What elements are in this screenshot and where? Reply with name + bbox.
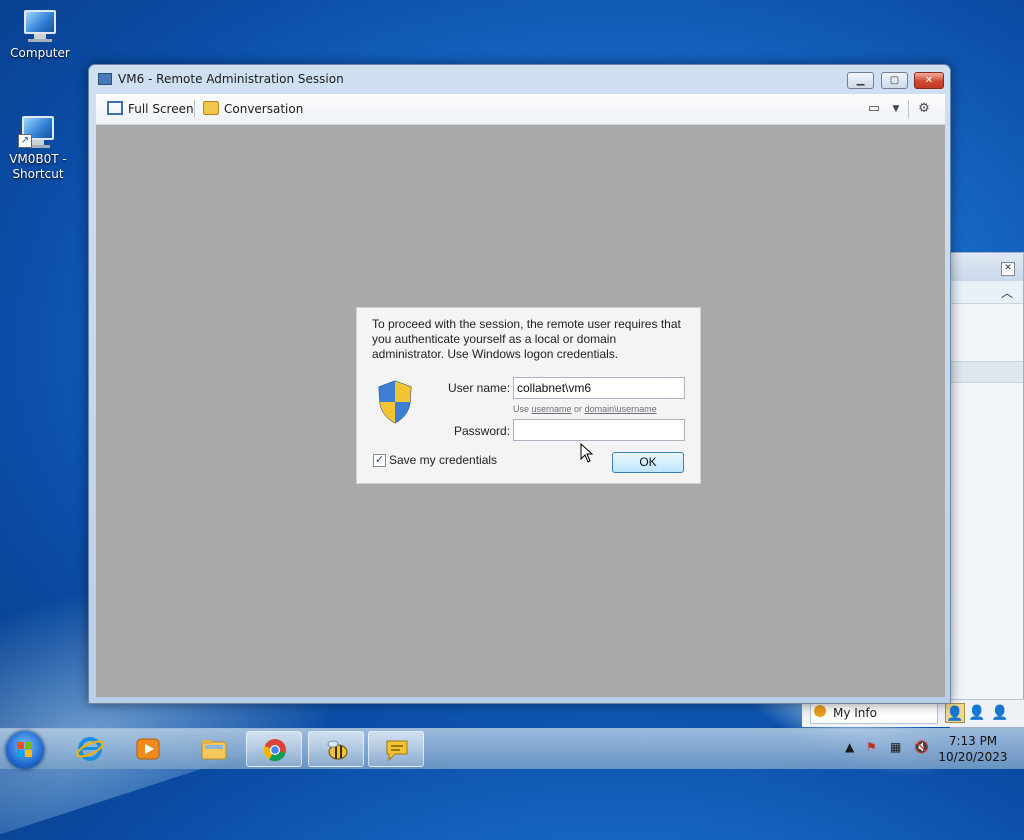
full-screen-button[interactable]: Full Screen — [107, 101, 194, 116]
remote-session-window: VM6 - Remote Administration Session ▁ ▢ … — [88, 64, 951, 704]
gear-icon[interactable]: ⚙ — [916, 101, 932, 117]
internet-explorer-icon — [76, 737, 104, 761]
username-label: User name: — [448, 381, 511, 395]
computer-icon — [20, 10, 60, 42]
password-label: Password: — [454, 424, 511, 438]
volume-muted-icon[interactable]: 🔇 — [914, 740, 929, 754]
ok-button[interactable]: OK — [612, 452, 684, 473]
shield-icon — [378, 380, 412, 424]
taskbar-internet-explorer[interactable] — [62, 731, 118, 767]
window-title: VM6 - Remote Administration Session — [118, 72, 344, 86]
maximize-button[interactable]: ▢ — [881, 72, 908, 89]
hint-username-link: username — [531, 404, 572, 414]
hint-text: or — [571, 404, 585, 414]
authentication-dialog: To proceed with the session, the remote … — [356, 307, 701, 484]
taskbar-chat-app[interactable] — [368, 731, 424, 767]
conversation-icon — [203, 101, 219, 115]
taskbar-chrome[interactable] — [246, 731, 302, 767]
desktop-icon-vm-shortcut[interactable]: ↗ VM0B0T - Shortcut — [0, 116, 76, 182]
taskbar-file-explorer[interactable] — [186, 731, 242, 767]
shortcut-arrow-icon: ↗ — [18, 134, 32, 148]
folder-icon — [201, 740, 227, 760]
username-field[interactable]: collabnet\vm6 — [513, 377, 685, 399]
title-bar[interactable]: VM6 - Remote Administration Session ▁ ▢ … — [89, 65, 950, 93]
chevron-up-icon[interactable]: ︿ — [1001, 284, 1013, 301]
desktop-icon-label: VM0B0T - Shortcut — [9, 152, 67, 181]
user-away-icon[interactable]: 👤 — [967, 703, 987, 723]
mouse-cursor-icon — [580, 443, 594, 463]
network-error-icon[interactable]: ⚑ — [866, 740, 877, 754]
start-button[interactable] — [6, 731, 44, 769]
conversation-button[interactable]: Conversation — [203, 101, 303, 116]
full-screen-icon — [107, 101, 123, 115]
media-player-icon — [136, 738, 160, 760]
dialog-message: To proceed with the session, the remote … — [372, 317, 681, 361]
clock[interactable]: 7:13 PM 10/20/2023 — [930, 733, 1016, 765]
display-icon[interactable]: ▭ — [866, 101, 882, 117]
taskbar-media-player[interactable] — [120, 731, 176, 767]
chevron-down-icon[interactable]: ▼ — [888, 101, 904, 117]
close-icon[interactable]: ✕ — [1001, 262, 1015, 276]
user-offline-icon[interactable]: 👤 — [990, 703, 1010, 723]
app-icon — [98, 73, 112, 85]
my-info-label: My Info — [833, 706, 877, 720]
desktop-icon-label: Computer — [10, 46, 70, 60]
toolbar-divider — [194, 100, 195, 118]
chrome-icon — [263, 739, 286, 762]
hint-text: Use — [513, 404, 532, 414]
clock-time: 7:13 PM — [948, 734, 998, 748]
remote-desktop-area[interactable]: To proceed with the session, the remote … — [96, 125, 945, 697]
list-item[interactable] — [951, 361, 1023, 383]
computer-shortcut-icon: ↗ — [18, 116, 58, 148]
taskbar: ▲ ⚑ ▦ 🔇 7:13 PM 10/20/2023 — [0, 728, 1024, 769]
bee-icon — [327, 740, 348, 760]
close-button[interactable]: ✕ — [914, 72, 944, 89]
hint-domain-link: domain\username — [584, 404, 657, 414]
toolbar: Full Screen Conversation ▭ ▼ ⚙ — [96, 94, 945, 125]
save-credentials-checkbox[interactable]: ✓ — [373, 454, 386, 467]
conversation-label: Conversation — [224, 102, 304, 116]
show-hidden-icons-button[interactable]: ▲ — [845, 740, 854, 754]
status-icon — [814, 705, 826, 717]
taskbar-bee-app[interactable] — [308, 731, 364, 767]
chat-bubble-icon — [386, 740, 408, 762]
contacts-panel: ✕ ︿ — [950, 252, 1024, 728]
save-credentials-label[interactable]: Save my credentials — [389, 453, 497, 467]
windows-logo-icon — [17, 742, 33, 758]
minimize-button[interactable]: ▁ — [847, 72, 874, 89]
password-field[interactable] — [513, 419, 685, 441]
desktop-icon-computer[interactable]: Computer — [2, 10, 78, 61]
clock-date: 10/20/2023 — [938, 750, 1008, 764]
username-hint: Use username or domain\username — [513, 404, 657, 414]
user-online-icon[interactable]: 👤 — [945, 703, 965, 723]
network-icon[interactable]: ▦ — [890, 740, 901, 754]
full-screen-label: Full Screen — [128, 102, 194, 116]
toolbar-divider — [908, 100, 909, 118]
my-info-button[interactable]: My Info — [810, 702, 938, 724]
